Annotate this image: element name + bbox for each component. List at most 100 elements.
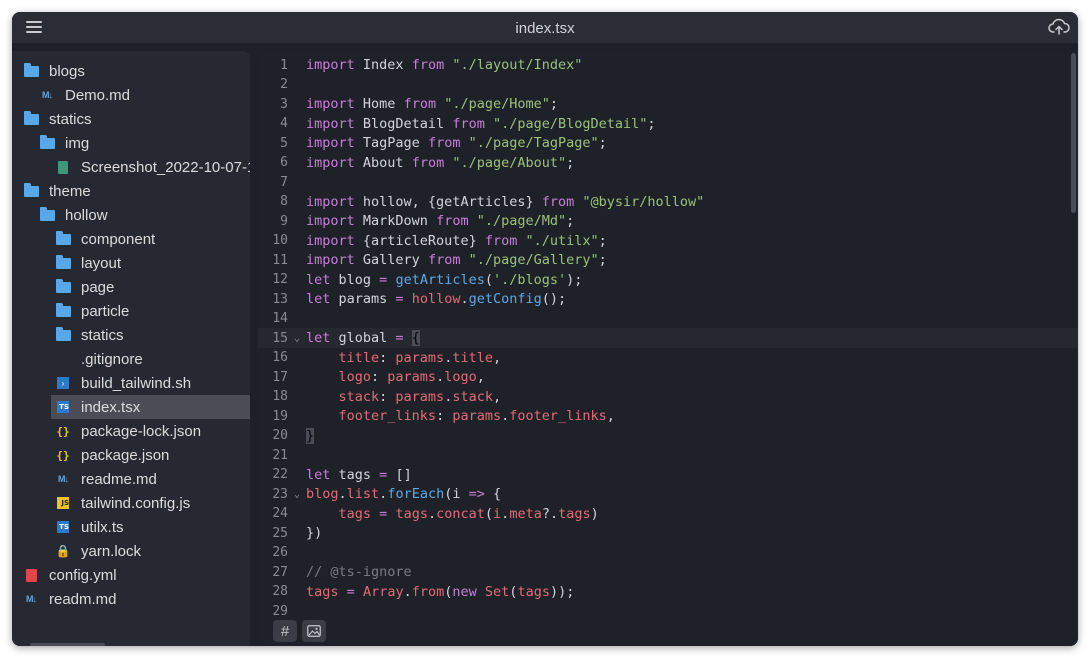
tree-item-config-yml[interactable]: config.yml: [12, 563, 250, 587]
tree-item-statics[interactable]: statics: [12, 323, 250, 347]
folder-icon: [55, 302, 71, 319]
code-line[interactable]: 2: [258, 75, 306, 95]
tree-item-label: Demo.md: [65, 86, 131, 104]
code-line[interactable]: 23 ⌄ blog.list.forEach(i => {: [258, 484, 501, 504]
folder-icon: [23, 182, 39, 199]
tree-item-index-tsx[interactable]: TS index.tsx: [51, 395, 250, 419]
fold-chevron-icon[interactable]: ⌄: [288, 333, 306, 344]
tree-item-build-tailwind-sh[interactable]: › build_tailwind.sh: [12, 371, 250, 395]
code-text: tags = tags.concat(i.meta?.tags): [338, 505, 599, 522]
fold-chevron-icon[interactable]: ⌄: [288, 489, 306, 500]
line-number: 15: [272, 330, 288, 346]
code-line[interactable]: 16 title: params.title,: [258, 348, 501, 368]
tree-item-label: particle: [81, 302, 130, 320]
code-line[interactable]: 9 import MarkDown from "./page/Md";: [258, 211, 574, 231]
tree-item-theme[interactable]: theme: [12, 179, 250, 203]
line-number: 2: [280, 77, 288, 92]
code-line[interactable]: 8 import hollow, {getArticles} from "@bys…: [258, 192, 704, 212]
tree-item-statics[interactable]: statics: [12, 107, 250, 131]
code-line[interactable]: 25}): [258, 523, 322, 543]
code-line[interactable]: 22 let tags = []: [258, 465, 411, 485]
code-line[interactable]: 12 let blog = getArticles('./blogs');: [258, 270, 582, 290]
tree-item-label: index.tsx: [81, 398, 141, 416]
line-number: 6: [280, 155, 288, 170]
code-editor[interactable]: # 1 import Index from "./layout/Index" 2 3 i…: [258, 51, 1078, 646]
code-line[interactable]: 7: [258, 172, 306, 192]
code-line[interactable]: 28 tags = Array.from(new Set(tags));: [258, 582, 574, 602]
code-text: import Home from "./page/Home";: [306, 96, 559, 112]
tree-item-layout[interactable]: layout: [12, 251, 250, 275]
folder-icon: [55, 326, 71, 343]
line-number: 1: [280, 57, 288, 73]
tree-item-screenshot-2022-10-07-10[interactable]: Screenshot_2022-10-07-10: [12, 155, 250, 179]
tree-item-package-json[interactable]: {} package.json: [12, 443, 250, 467]
cloud-upload-icon[interactable]: [1048, 17, 1070, 37]
tree-item-gitignore[interactable]: .gitignore: [12, 347, 250, 371]
folder-icon: [55, 254, 71, 271]
code-line[interactable]: 24 tags = tags.concat(i.meta?.tags): [258, 504, 599, 524]
code-line[interactable]: 27 // @ts-ignore: [258, 562, 412, 582]
line-number: 11: [272, 252, 288, 268]
tree-item-readm-md[interactable]: M↓ readm.md: [12, 587, 250, 611]
tree-item-label: theme: [49, 182, 91, 200]
yaml-icon: [23, 567, 39, 583]
line-number: 12: [272, 272, 288, 287]
tree-item-label: package-lock.json: [81, 422, 202, 440]
code-line[interactable]: 11 import Gallery from "./page/Gallery";: [258, 250, 606, 270]
code-line[interactable]: 26: [258, 543, 306, 563]
tree-item-label: tailwind.config.js: [81, 494, 191, 512]
sidebar-horizontal-scrollbar[interactable]: [30, 643, 105, 646]
code-line[interactable]: 15 ⌄ let global = {: [258, 328, 420, 348]
code-line[interactable]: 17 logo: params.logo,: [258, 367, 485, 387]
code-text: let blog = getArticles('./blogs');: [306, 271, 583, 288]
image-icon: [307, 625, 321, 637]
code-line[interactable]: 6 import About from "./page/About";: [258, 153, 574, 173]
tree-item-package-lock-json[interactable]: {} package-lock.json: [12, 419, 250, 443]
line-number: 8: [280, 194, 288, 209]
tree-item-page[interactable]: page: [12, 275, 250, 299]
code-text: // @ts-ignore: [306, 564, 412, 580]
tree-item-blogs[interactable]: blogs: [12, 59, 250, 83]
code-text: blog.list.forEach(i => {: [306, 486, 502, 502]
tree-item-tailwind-config-js[interactable]: JS tailwind.config.js: [12, 491, 250, 515]
hash-button[interactable]: #: [273, 620, 297, 642]
code-line[interactable]: 3 import Home from "./page/Home";: [258, 94, 558, 114]
code-line[interactable]: 20}: [258, 426, 315, 446]
tree-item-utilx-ts[interactable]: TS utilx.ts: [12, 515, 250, 539]
tree-item-readme-md[interactable]: M↓ readme.md: [12, 467, 250, 491]
folder-icon: [23, 110, 39, 127]
line-number: 22: [272, 467, 288, 482]
code-line[interactable]: 14: [258, 309, 306, 329]
tree-item-label: readm.md: [49, 590, 117, 608]
tree-item-img[interactable]: img: [12, 131, 250, 155]
image-button[interactable]: [302, 620, 326, 642]
typescript-icon: TS: [55, 399, 71, 415]
tree-item-demo-md[interactable]: M↓ Demo.md: [12, 83, 250, 107]
code-line[interactable]: 10 import {articleRoute} from "./utilx";: [258, 231, 606, 251]
line-number: 5: [280, 135, 288, 151]
code-line[interactable]: 1 import Index from "./layout/Index": [258, 55, 582, 75]
line-number: 14: [272, 311, 288, 326]
tree-item-label: component: [81, 230, 156, 248]
code-text: import Index from "./layout/Index": [306, 57, 583, 73]
line-number: 13: [272, 291, 288, 307]
vertical-scrollbar[interactable]: [1071, 53, 1076, 213]
code-line[interactable]: 19 footer_links: params.footer_links,: [258, 406, 615, 426]
code-text: }): [306, 525, 323, 541]
code-line[interactable]: 18 stack: params.stack,: [258, 387, 501, 407]
code-text: }: [306, 427, 315, 444]
tree-item-component[interactable]: component: [12, 227, 250, 251]
json-icon: {}: [56, 424, 70, 438]
lock-icon: 🔒: [55, 544, 71, 558]
code-line[interactable]: 29: [258, 601, 306, 621]
line-number: 17: [272, 369, 288, 385]
code-line[interactable]: 21: [258, 445, 306, 465]
tree-item-yarn-lock[interactable]: 🔒 yarn.lock: [12, 539, 250, 563]
tree-item-hollow[interactable]: hollow: [12, 203, 250, 227]
code-line[interactable]: 13 let params = hollow.getConfig();: [258, 289, 566, 309]
code-line[interactable]: 4 import BlogDetail from "./page/BlogDeta…: [258, 114, 655, 134]
line-number: 16: [272, 350, 288, 365]
title-bar: index.tsx: [12, 12, 1078, 43]
code-line[interactable]: 5 import TagPage from "./page/TagPage";: [258, 133, 607, 153]
tree-item-particle[interactable]: particle: [12, 299, 250, 323]
